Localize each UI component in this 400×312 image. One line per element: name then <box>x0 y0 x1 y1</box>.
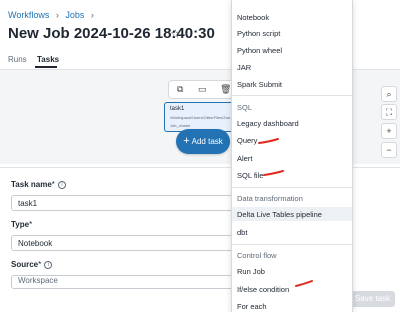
annotation-underline-sql-file <box>263 170 284 176</box>
annotation-underline-query <box>258 138 279 144</box>
annotation-underline-if-else <box>295 280 313 287</box>
annotation-overlay <box>258 138 313 287</box>
